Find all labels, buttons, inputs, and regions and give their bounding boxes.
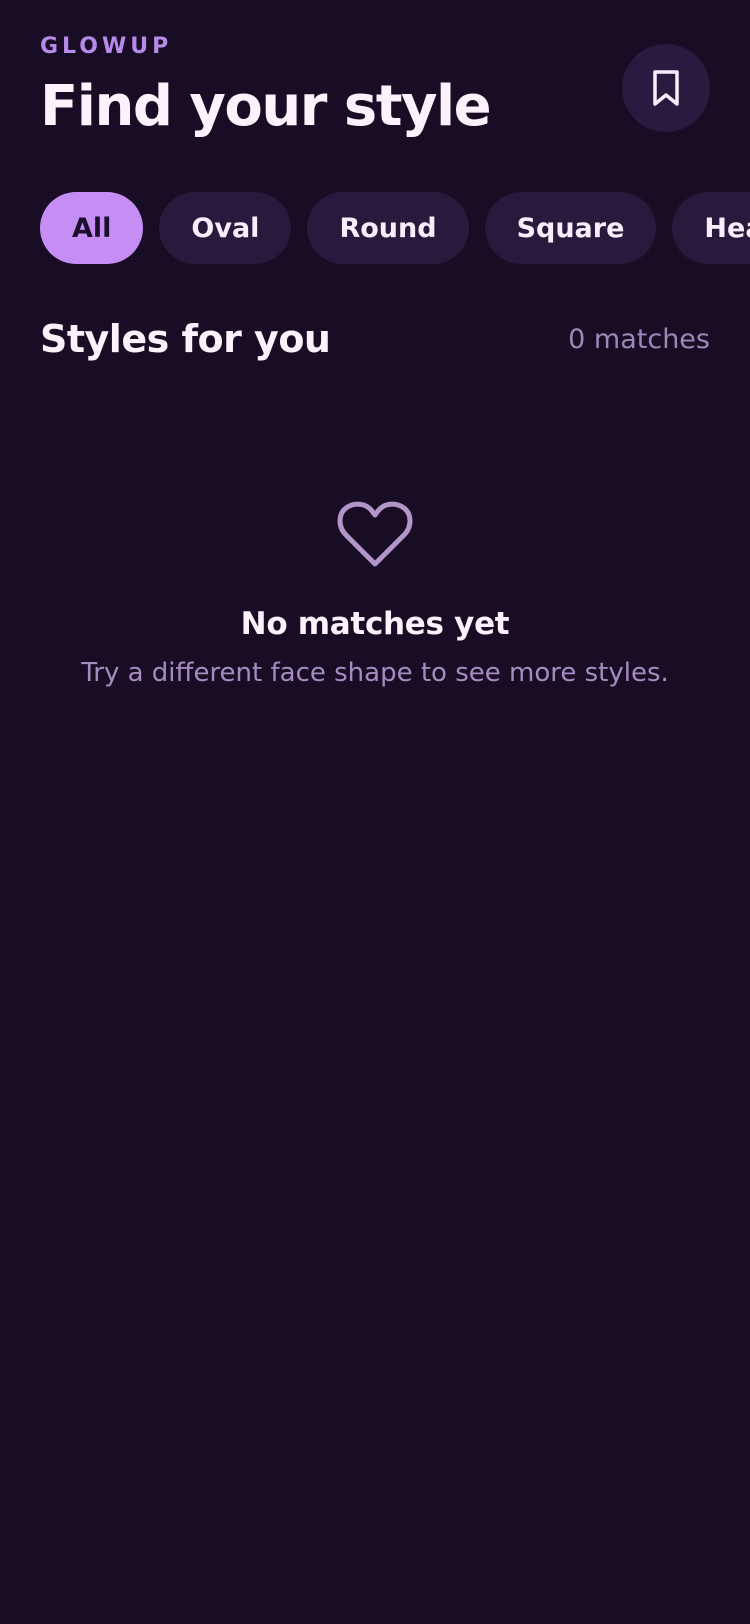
empty-state-subtitle: Try a different face shape to see more s… (81, 658, 669, 688)
filter-chip-heart[interactable]: Heart (672, 192, 750, 264)
filter-chip-oval[interactable]: Oval (159, 192, 292, 264)
bookmark-icon (651, 69, 681, 107)
saved-styles-button[interactable] (622, 44, 710, 132)
page-title: Find your style (40, 74, 492, 139)
heart-icon (337, 500, 413, 570)
filter-chip-all[interactable]: All (40, 192, 144, 264)
empty-state: No matches yet Try a different face shap… (0, 500, 750, 690)
brand-label: GLOWUP (40, 34, 173, 59)
face-shape-filters: All Oval Round Square Heart (40, 192, 750, 264)
empty-state-title: No matches yet (240, 606, 510, 642)
filter-chip-round[interactable]: Round (307, 192, 469, 264)
match-count: 0 matches (568, 324, 710, 355)
filter-chip-square[interactable]: Square (484, 192, 657, 264)
section-title: Styles for you (40, 317, 331, 361)
